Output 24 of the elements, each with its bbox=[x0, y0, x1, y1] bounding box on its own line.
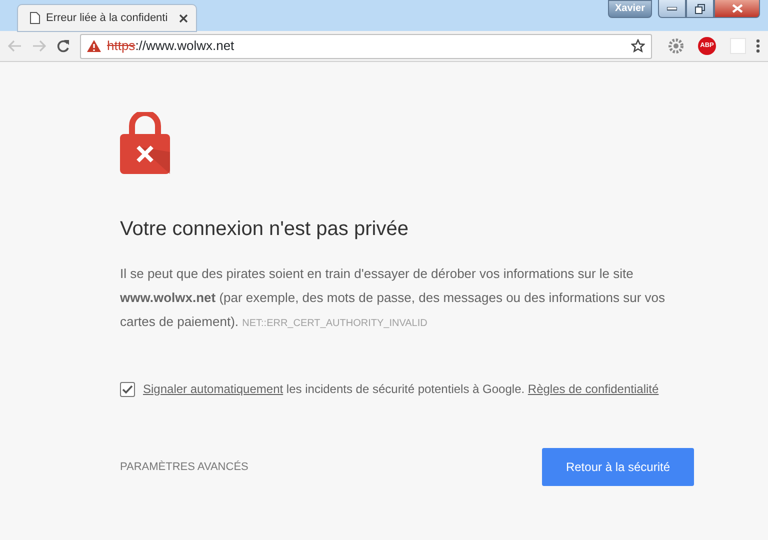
advanced-link[interactable]: PARAMÈTRES AVANCÉS bbox=[120, 458, 248, 476]
page-title: Votre connexion n'est pas privée bbox=[120, 217, 410, 242]
report-sentence: Signaler automatiquement les incidents de sécurité potentiels à Google. Règles de confidentialité bbox=[143, 381, 659, 398]
minimize-button[interactable] bbox=[658, 0, 686, 18]
browser-tab[interactable]: Erreur liée à la confidenti bbox=[18, 5, 196, 31]
close-icon bbox=[732, 4, 742, 13]
address-bar[interactable]: https://www.wolwx.net bbox=[80, 34, 652, 58]
privacy-link[interactable]: Règles de confidentialité bbox=[528, 382, 659, 396]
warning-message: Il se peut que des pirates soient en train d'essayer de dérober vos informations sur le site www.wolwx.net (par exemple, des mots de passe, des messages ou des informations sur vos cartes de paiement). NET::ERR_CERT_AUTHORITY_INVALID bbox=[120, 265, 666, 331]
tab-title: Erreur liée à la confidenti bbox=[46, 10, 169, 26]
star-icon[interactable] bbox=[631, 39, 645, 53]
restore-icon bbox=[695, 4, 705, 14]
close-button[interactable] bbox=[714, 0, 760, 18]
report-link[interactable]: Signaler automatiquement bbox=[143, 382, 284, 396]
url-text: https://www.wolwx.net bbox=[107, 37, 234, 56]
back-to-safety-button[interactable]: Retour à la sécurité bbox=[542, 448, 694, 486]
menu-icon[interactable] bbox=[756, 39, 760, 53]
restore-button[interactable] bbox=[686, 0, 714, 18]
lock-icon bbox=[120, 112, 170, 174]
report-checkbox[interactable] bbox=[120, 382, 135, 396]
minimize-icon bbox=[667, 6, 677, 10]
reload-icon[interactable] bbox=[56, 39, 70, 53]
close-icon[interactable] bbox=[179, 14, 188, 22]
page-icon bbox=[30, 12, 40, 24]
